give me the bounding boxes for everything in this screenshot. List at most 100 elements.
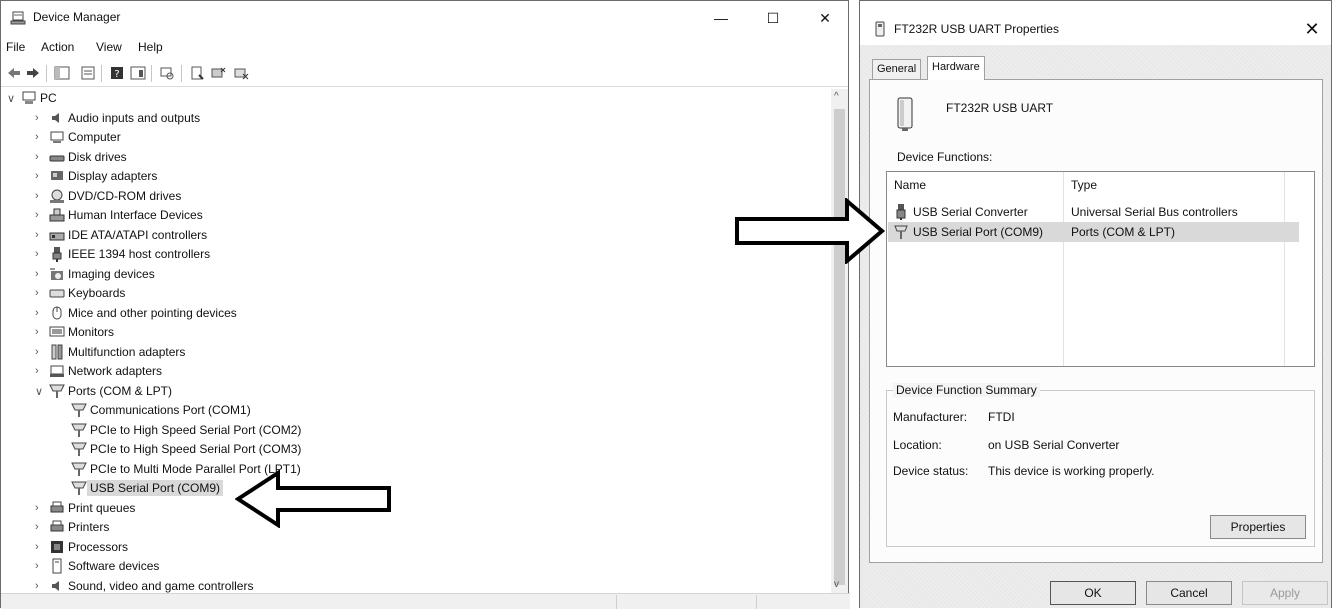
port-icon: [71, 423, 87, 437]
list-row-selected[interactable]: USB Serial Port (COM9) Ports (COM & LPT): [888, 222, 1299, 242]
disable-device-icon[interactable]: [210, 65, 226, 81]
monitor-icon: [49, 326, 65, 337]
device-status-label: Device status:: [893, 464, 969, 478]
apply-button[interactable]: Apply: [1242, 581, 1328, 605]
chevron-right-icon[interactable]: ›: [35, 521, 45, 533]
computer-icon: [22, 91, 36, 104]
chevron-right-icon[interactable]: ›: [35, 209, 45, 221]
device-status-value: This device is working properly.: [988, 464, 1155, 478]
menu-file[interactable]: File: [6, 40, 25, 54]
chevron-right-icon[interactable]: ›: [35, 287, 45, 299]
scroll-thumb[interactable]: [834, 109, 845, 585]
menu-view[interactable]: View: [96, 40, 122, 54]
software-device-icon: [52, 558, 62, 574]
device-function-summary-group: Device Function Summary Manufacturer: FT…: [886, 383, 1315, 547]
menu-help[interactable]: Help: [138, 40, 163, 54]
device-functions-list[interactable]: Name Type USB Serial Converter Universal…: [886, 171, 1315, 367]
tree-item-label: Multifunction adapters: [68, 344, 186, 359]
chevron-right-icon[interactable]: ›: [35, 502, 45, 514]
port-icon: [71, 462, 87, 476]
tree-item-label: Printers: [68, 520, 110, 534]
show-hide-console-tree-icon[interactable]: [54, 65, 70, 81]
ieee1394-icon: [52, 247, 62, 262]
chevron-right-icon[interactable]: ›: [35, 326, 45, 338]
column-name-header[interactable]: Name: [894, 178, 926, 192]
action-pane-icon[interactable]: [130, 65, 146, 81]
tab-hardware[interactable]: Hardware: [927, 56, 985, 80]
back-icon[interactable]: [6, 65, 22, 81]
tree-item-label: Communications Port (COM1): [90, 403, 251, 417]
scroll-up-icon[interactable]: ^: [834, 91, 839, 102]
tree-item-label: PCIe to High Speed Serial Port (COM3): [90, 442, 302, 456]
network-adapter-icon: [50, 365, 64, 377]
ok-button[interactable]: OK: [1050, 581, 1136, 605]
display-adapter-icon: [51, 171, 63, 180]
maximize-button[interactable]: ☐: [753, 3, 793, 33]
status-bar: [1, 593, 850, 609]
tree-item-label: Audio inputs and outputs: [68, 110, 201, 125]
port-icon: [71, 403, 87, 417]
chevron-right-icon[interactable]: ›: [35, 248, 45, 260]
usb-plug-icon: [896, 204, 906, 220]
port-icon: [71, 481, 87, 495]
tree-item-label: PCIe to High Speed Serial Port (COM2): [90, 422, 302, 437]
computer-icon: [50, 131, 64, 143]
port-icon: [49, 384, 65, 398]
chevron-right-icon[interactable]: ›: [35, 365, 45, 377]
device-name: FT232R USB UART: [946, 101, 1054, 115]
function-properties-button[interactable]: Properties: [1210, 515, 1306, 539]
tab-general[interactable]: General: [872, 59, 922, 79]
tree-item-label: Keyboards: [68, 286, 126, 300]
vertical-scrollbar[interactable]: ^ v: [831, 89, 848, 593]
dvd-drive-icon: [50, 189, 64, 203]
chevron-down-icon[interactable]: ∨: [35, 385, 45, 398]
column-type-header[interactable]: Type: [1071, 178, 1097, 192]
tree-item-label: IEEE 1394 host controllers: [68, 247, 211, 261]
chevron-right-icon[interactable]: ›: [35, 541, 45, 553]
port-icon: [71, 442, 87, 456]
menu-action[interactable]: Action: [41, 40, 74, 54]
chevron-right-icon[interactable]: ›: [35, 151, 45, 163]
help-icon[interactable]: ?: [109, 65, 125, 81]
update-driver-icon[interactable]: [189, 65, 205, 81]
chevron-right-icon[interactable]: ›: [35, 131, 45, 143]
chevron-right-icon[interactable]: ›: [35, 229, 45, 241]
device-tree[interactable]: ∨ PC › Audio inputs and outputs › Computer ›…: [1, 89, 831, 593]
chevron-right-icon[interactable]: ›: [35, 112, 45, 124]
dialog-close-button[interactable]: ✕: [1297, 15, 1327, 43]
left-pointing-arrow-annotation: [235, 470, 391, 528]
tree-item-label: Mice and other pointing devices: [68, 305, 237, 320]
usb-device-icon: [875, 21, 885, 37]
uninstall-device-icon[interactable]: [233, 65, 249, 81]
scroll-down-icon[interactable]: v: [834, 579, 839, 590]
device-functions-label: Device Functions:: [897, 150, 993, 164]
tree-item-label: Network adapters: [68, 364, 163, 378]
chevron-right-icon[interactable]: ›: [35, 268, 45, 280]
camera-icon: [50, 268, 63, 280]
list-row[interactable]: USB Serial Converter Universal Serial Bu…: [888, 202, 1299, 222]
tree-item-label: Monitors: [68, 325, 115, 339]
scan-hardware-icon[interactable]: [159, 65, 175, 81]
properties-icon[interactable]: [80, 65, 96, 81]
tree-item-label: Imaging devices: [68, 266, 155, 281]
minimize-button[interactable]: —: [701, 3, 741, 33]
menu-bar: File Action View Help: [1, 37, 848, 57]
svg-text:?: ?: [114, 69, 119, 80]
close-button[interactable]: ✕: [805, 3, 845, 33]
title-bar[interactable]: Device Manager — ☐ ✕: [1, 1, 848, 35]
location-label: Location:: [893, 438, 942, 452]
chevron-right-icon[interactable]: ›: [35, 190, 45, 202]
chevron-right-icon[interactable]: ›: [35, 580, 45, 592]
forward-icon[interactable]: [25, 65, 41, 81]
chevron-right-icon[interactable]: ›: [35, 346, 45, 358]
window-title: Device Manager: [33, 10, 121, 24]
location-value: on USB Serial Converter: [988, 438, 1120, 452]
cancel-button[interactable]: Cancel: [1146, 581, 1232, 605]
sound-icon: [52, 580, 59, 591]
chevron-right-icon[interactable]: ›: [35, 560, 45, 572]
chevron-right-icon[interactable]: ›: [35, 307, 45, 319]
chevron-right-icon[interactable]: ›: [35, 170, 45, 182]
hid-icon: [49, 208, 65, 222]
toolbar: ?: [1, 59, 848, 87]
chevron-down-icon[interactable]: ∨: [7, 92, 17, 105]
